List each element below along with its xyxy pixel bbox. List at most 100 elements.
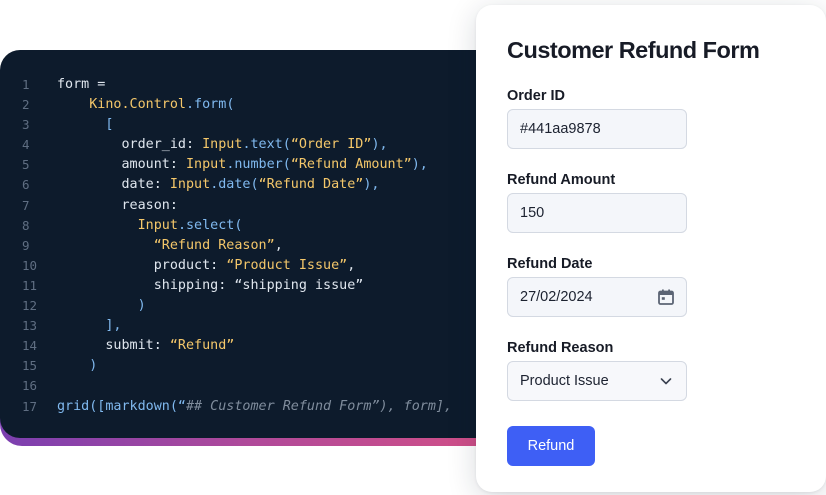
order-id-input-wrapper: [507, 109, 687, 149]
code-text: ): [57, 296, 146, 316]
refund-reason-selected-value: Product Issue: [520, 373, 609, 389]
code-line: 15 ): [0, 356, 500, 376]
line-number: 2: [22, 97, 30, 113]
code-line: 4 order_id: Input.text(“Order ID”),: [0, 135, 500, 155]
code-token: “Product Issue”: [226, 257, 348, 273]
refund-reason-field: Refund Reason Product Issue: [507, 340, 795, 401]
code-text: product: “Product Issue”,: [57, 256, 356, 276]
code-token: .select: [177, 217, 235, 233]
code-line: 1 form =: [0, 75, 500, 95]
refund-form-card: Customer Refund Form Order ID Refund Amo…: [476, 5, 826, 492]
code-line: 5 amount: Input.number(“Refund Amount”),: [0, 155, 500, 175]
code-token: ): [57, 298, 146, 314]
code-text: ],: [57, 316, 122, 336]
code-text: form =: [57, 75, 105, 95]
refund-date-input-wrapper: [507, 277, 687, 317]
code-token: grid: [57, 398, 90, 414]
code-line: 13 ],: [0, 316, 500, 336]
refund-reason-select[interactable]: Product Issue: [507, 361, 687, 401]
code-text: “Refund Reason”,: [57, 236, 283, 256]
code-editor: 1 form = 2 Kino.Control.form(3 [4 order_id…: [0, 50, 500, 438]
code-token: .number: [226, 157, 283, 173]
code-token: reason:: [57, 197, 178, 213]
code-line: 12 ): [0, 296, 500, 316]
code-token: “Order ID”: [290, 137, 372, 153]
line-number: 1: [22, 77, 30, 92]
code-token: .form: [186, 97, 227, 113]
line-number: 3: [22, 117, 30, 133]
code-text: Input.select(: [57, 216, 243, 236]
code-text: reason:: [57, 196, 178, 216]
code-line: 7 reason:: [0, 196, 500, 216]
code-token: (: [234, 217, 243, 233]
line-number: 12: [22, 298, 38, 314]
code-token: .text: [242, 137, 283, 153]
code-text: date: Input.date(“Refund Date”),: [57, 175, 380, 195]
refund-amount-input[interactable]: [520, 205, 674, 221]
line-number: 14: [22, 338, 38, 354]
order-id-field: Order ID: [507, 88, 795, 149]
calendar-icon[interactable]: [656, 287, 676, 307]
code-token: (: [282, 137, 291, 153]
code-line: 3 [: [0, 115, 500, 135]
refund-submit-button[interactable]: Refund: [507, 426, 595, 466]
form-title: Customer Refund Form: [507, 37, 760, 63]
code-token: (: [226, 97, 235, 113]
code-token: order_id:: [57, 137, 203, 153]
refund-date-label: Refund Date: [507, 256, 593, 272]
code-text: order_id: Input.text(“Order ID”),: [57, 135, 388, 155]
code-token: ,: [274, 237, 283, 253]
code-token: ],: [57, 318, 122, 334]
code-token: Input: [137, 217, 178, 233]
order-id-label: Order ID: [507, 88, 566, 104]
code-text: ): [57, 356, 97, 376]
line-number: 10: [22, 257, 38, 273]
code-token: (: [282, 157, 291, 173]
line-number: 7: [22, 197, 30, 213]
code-token: “Refund Reason”: [153, 237, 275, 253]
line-number: 9: [22, 237, 30, 253]
refund-amount-field: Refund Amount: [507, 172, 795, 233]
code-text: amount: Input.number(“Refund Amount”),: [57, 155, 428, 175]
code-text: grid([markdown(“## Customer Refund Form”…: [57, 397, 452, 417]
code-token: shipping: “shipping issue”: [57, 277, 364, 293]
line-number: 5: [22, 157, 30, 173]
chevron-down-icon: [656, 371, 676, 391]
code-line: 16: [0, 376, 500, 396]
line-number: 6: [22, 177, 30, 193]
code-token: Input: [169, 177, 211, 193]
refund-amount-input-wrapper: [507, 193, 687, 233]
code-token: submit:: [57, 338, 170, 354]
line-number: 8: [22, 217, 30, 233]
code-token: ),: [363, 177, 380, 193]
code-token: form =: [57, 77, 106, 92]
refund-reason-label: Refund Reason: [507, 340, 614, 356]
code-token: Input: [202, 137, 243, 153]
code-token: ): [57, 358, 98, 374]
code-token: ([: [89, 398, 106, 414]
code-token: (“: [169, 398, 186, 414]
code-token: “Refund Amount”: [290, 157, 412, 173]
code-token: ),: [371, 137, 388, 153]
line-number: 11: [22, 277, 38, 293]
code-token: ”), form],: [371, 398, 453, 414]
code-token: date:: [57, 177, 170, 193]
code-text: shipping: “shipping issue”: [57, 276, 364, 296]
code-line: 2 Kino.Control.form(: [0, 95, 500, 115]
code-token: ),: [411, 157, 428, 173]
order-id-input[interactable]: [520, 121, 674, 137]
refund-amount-label: Refund Amount: [507, 172, 616, 188]
code-line: 10 product: “Product Issue”,: [0, 256, 500, 276]
code-text: submit: “Refund”: [57, 336, 234, 356]
line-number: 17: [22, 398, 38, 414]
line-number: 16: [22, 378, 38, 394]
code-token: product:: [57, 257, 227, 273]
line-number: 4: [22, 137, 30, 153]
code-line: 9 “Refund Reason”,: [0, 236, 500, 256]
code-token: “Refund”: [169, 338, 235, 354]
code-token: (: [250, 177, 259, 193]
refund-date-input[interactable]: [520, 289, 674, 305]
code-token: markdown: [105, 398, 170, 414]
